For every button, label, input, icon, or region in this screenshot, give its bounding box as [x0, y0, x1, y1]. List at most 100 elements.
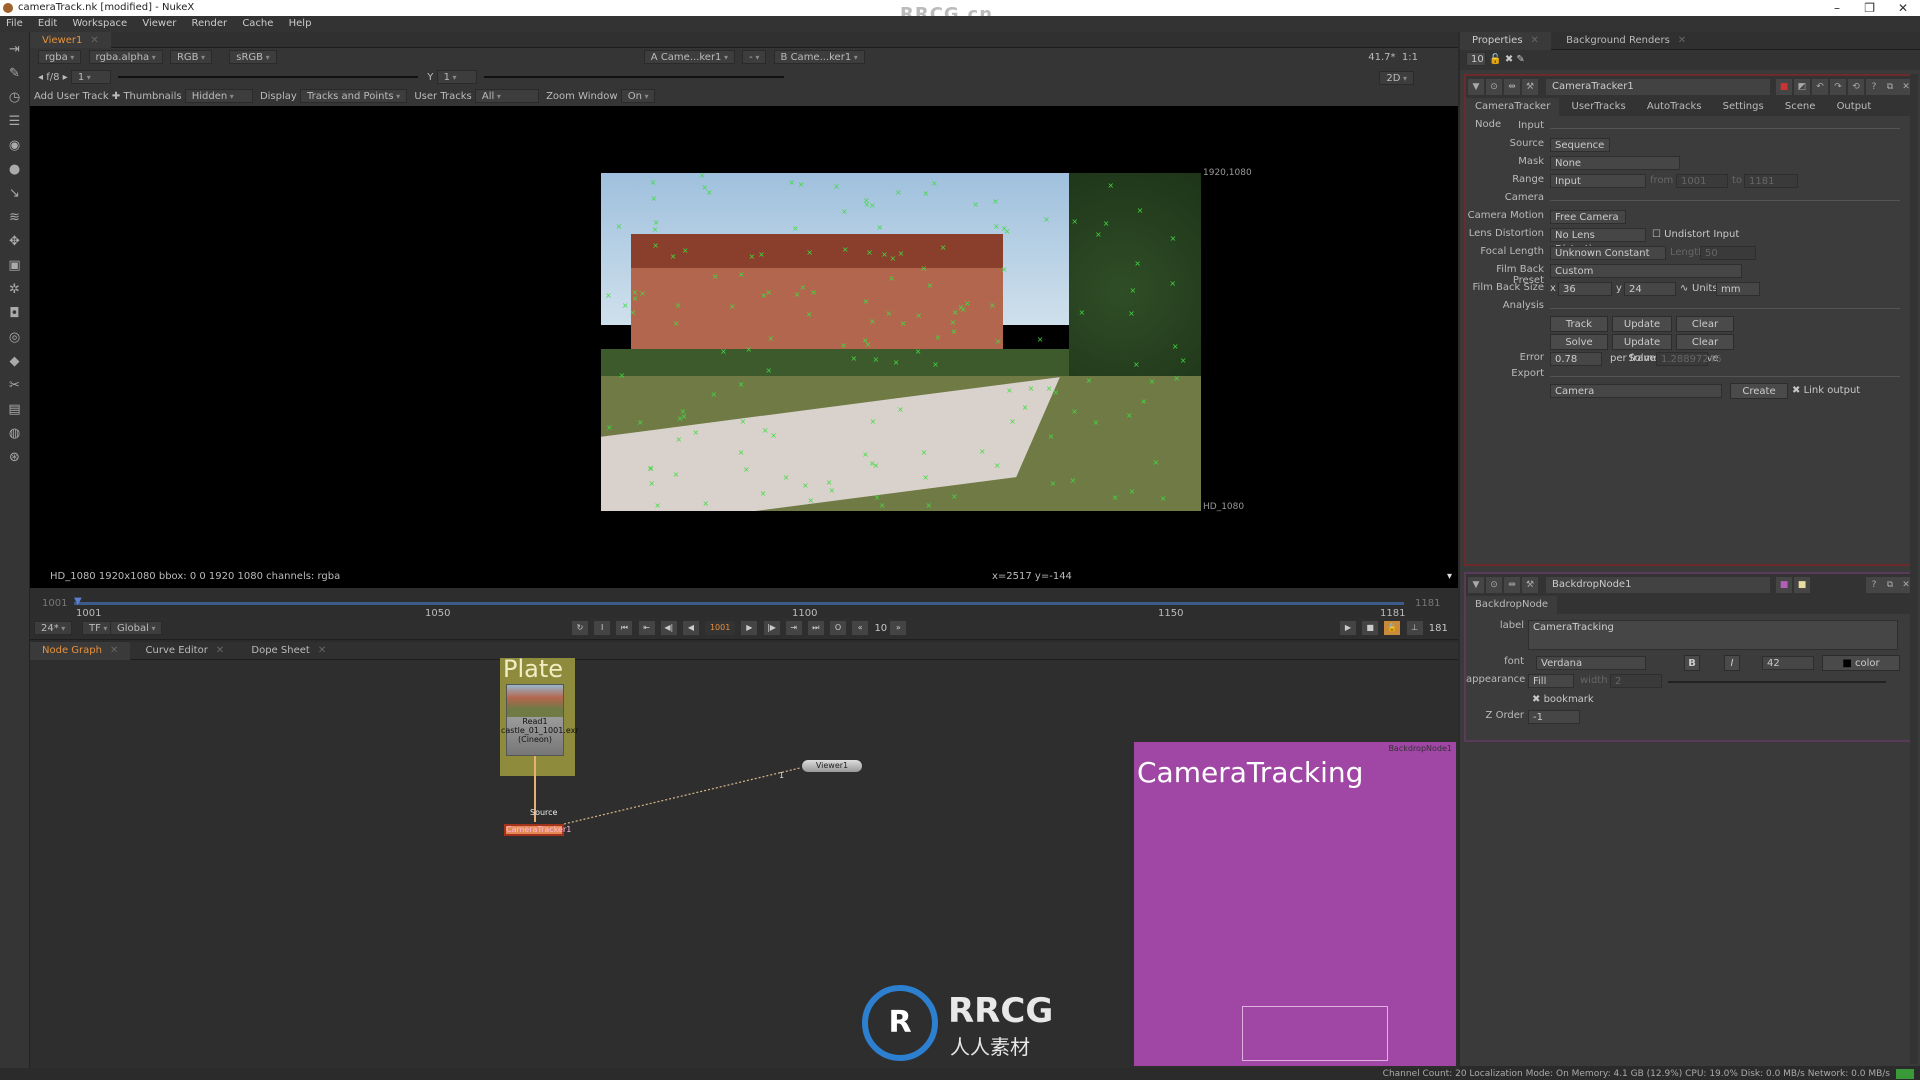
fstop-prev-icon[interactable]: ◂ — [38, 72, 43, 83]
update-solve-button[interactable]: Update Solve — [1612, 334, 1672, 364]
track-point-marker[interactable]: × — [758, 250, 765, 258]
track-point-marker[interactable]: × — [800, 283, 807, 291]
track-point-marker[interactable]: × — [979, 448, 986, 456]
track-point-marker[interactable]: × — [692, 429, 699, 437]
track-point-marker[interactable]: × — [921, 448, 928, 456]
track-point-marker[interactable]: × — [888, 274, 895, 282]
film-back-x-field[interactable]: 36 — [1558, 282, 1612, 296]
track-point-marker[interactable]: × — [900, 319, 907, 327]
error-field[interactable]: 0.78 — [1550, 352, 1602, 366]
clear-tracks-button[interactable]: Clear Tracks — [1676, 316, 1734, 346]
close-tab-icon[interactable]: ✕ — [1531, 35, 1539, 46]
step-forward-button[interactable]: » — [890, 621, 907, 635]
track-point-marker[interactable]: × — [952, 308, 959, 316]
track-point-marker[interactable]: × — [951, 328, 958, 336]
menu-edit[interactable]: Edit — [38, 18, 57, 29]
node-name-field[interactable]: CameraTracker1 — [1546, 79, 1770, 95]
close-tab-icon[interactable]: ✕ — [110, 645, 118, 656]
track-point-marker[interactable]: × — [1009, 417, 1016, 425]
track-point-marker[interactable]: × — [616, 223, 623, 231]
italic-button[interactable]: I — [1724, 655, 1740, 671]
track-point-marker[interactable]: × — [810, 288, 817, 296]
bold-button[interactable]: B — [1684, 655, 1700, 671]
draw-icon[interactable]: ✎ — [7, 66, 22, 81]
track-point-marker[interactable]: × — [1028, 384, 1035, 392]
track-point-marker[interactable]: × — [885, 310, 892, 318]
track-point-marker[interactable]: × — [729, 303, 736, 311]
film-back-y-field[interactable]: 24 — [1624, 282, 1676, 296]
track-point-marker[interactable]: × — [932, 360, 939, 368]
fstop-next-icon[interactable]: ▸ — [63, 72, 68, 83]
track-point-marker[interactable]: × — [1149, 378, 1156, 386]
close-tab-icon[interactable]: ✕ — [216, 645, 224, 656]
track-point-marker[interactable]: × — [673, 471, 680, 479]
compare-dropdown[interactable]: - — [742, 50, 767, 64]
redo-icon[interactable]: ↷ — [1830, 79, 1846, 95]
menu-viewer[interactable]: Viewer — [142, 18, 176, 29]
track-point-marker[interactable]: × — [992, 197, 999, 205]
cameratracker-node[interactable]: CameraTracker1 — [504, 824, 571, 836]
track-point-marker[interactable]: × — [619, 371, 626, 379]
tab-properties[interactable]: Properties ✕ — [1460, 32, 1551, 50]
track-point-marker[interactable]: × — [1152, 458, 1159, 466]
current-frame-field[interactable]: 1001 — [705, 621, 736, 635]
alpha-dropdown[interactable]: rgba.alpha — [88, 50, 163, 64]
track-point-marker[interactable]: × — [699, 173, 706, 180]
playhead-icon[interactable]: ▼ — [74, 596, 82, 607]
viewer-image[interactable]: × × × × × × × × × × × × × × × × × × × × × × × × × × × × × × × × × × × × × × × ×… — [601, 173, 1201, 511]
tab-curve-editor[interactable]: Curve Editor ✕ — [134, 642, 237, 660]
track-point-marker[interactable]: × — [1086, 376, 1093, 384]
track-point-marker[interactable]: × — [738, 270, 745, 278]
node-graph-minimap[interactable] — [1242, 1006, 1388, 1061]
track-point-marker[interactable]: × — [682, 246, 689, 254]
edit-icon[interactable]: ✎ — [1516, 54, 1524, 65]
track-point-marker[interactable]: × — [1048, 432, 1055, 440]
close-tab-icon[interactable]: ✕ — [1678, 35, 1686, 46]
ptab-cameratracker[interactable]: CameraTracker — [1466, 98, 1560, 116]
track-point-marker[interactable]: × — [720, 347, 727, 355]
track-point-marker[interactable]: × — [872, 356, 879, 364]
in-point-button[interactable]: I — [594, 621, 611, 635]
tab-node-graph[interactable]: Node Graph ✕ — [30, 642, 131, 660]
track-point-marker[interactable]: × — [650, 194, 657, 202]
width-field[interactable]: 2 — [1610, 674, 1662, 688]
track-point-marker[interactable]: × — [631, 289, 638, 297]
prev-frame-button[interactable]: ◀| — [660, 621, 677, 635]
track-point-marker[interactable]: × — [920, 264, 927, 272]
views-icon[interactable]: ◎ — [7, 330, 22, 345]
track-point-marker[interactable]: × — [1129, 487, 1136, 495]
track-point-marker[interactable]: × — [1170, 234, 1177, 242]
close-tab-icon[interactable]: ✕ — [90, 35, 98, 46]
gamma-field[interactable]: 1 — [436, 70, 477, 84]
node-color-icon[interactable]: ■ — [1776, 79, 1792, 95]
track-point-marker[interactable]: × — [893, 358, 900, 366]
track-point-marker[interactable]: × — [1160, 494, 1167, 502]
step-back-button[interactable]: « — [852, 621, 869, 635]
tile-color-icon[interactable]: ◩ — [1794, 79, 1810, 95]
menu-workspace[interactable]: Workspace — [72, 18, 127, 29]
track-point-marker[interactable]: × — [650, 178, 657, 186]
deep-icon[interactable]: ◘ — [7, 306, 22, 321]
track-point-marker[interactable]: × — [647, 465, 654, 473]
track-point-marker[interactable]: × — [866, 249, 873, 257]
label-textarea[interactable]: CameraTracking — [1528, 620, 1898, 650]
track-point-marker[interactable]: × — [1107, 181, 1114, 189]
track-point-marker[interactable]: × — [806, 249, 813, 257]
track-point-marker[interactable]: × — [1169, 280, 1176, 288]
length-field[interactable]: 50 — [1700, 246, 1756, 260]
track-point-marker[interactable]: × — [1095, 231, 1102, 239]
track-point-marker[interactable]: × — [1001, 265, 1008, 273]
toolsets-icon[interactable]: ✂ — [7, 378, 22, 393]
track-point-marker[interactable]: × — [881, 250, 888, 258]
track-point-marker[interactable]: × — [1069, 476, 1076, 484]
track-point-marker[interactable]: × — [915, 347, 922, 355]
track-point-marker[interactable]: × — [931, 180, 938, 188]
track-point-marker[interactable]: × — [767, 334, 774, 342]
viewer-node[interactable]: Viewer1 — [802, 760, 862, 772]
font-dropdown[interactable]: Verdana — [1536, 656, 1646, 670]
track-point-marker[interactable]: × — [606, 423, 613, 431]
filter-icon[interactable]: ● — [7, 162, 22, 177]
viewer-zoom-readout[interactable]: 41.7* 1:1 — [1368, 48, 1418, 68]
track-point-marker[interactable]: × — [792, 225, 799, 233]
tab-background-renders[interactable]: Background Renders ✕ — [1554, 32, 1698, 50]
